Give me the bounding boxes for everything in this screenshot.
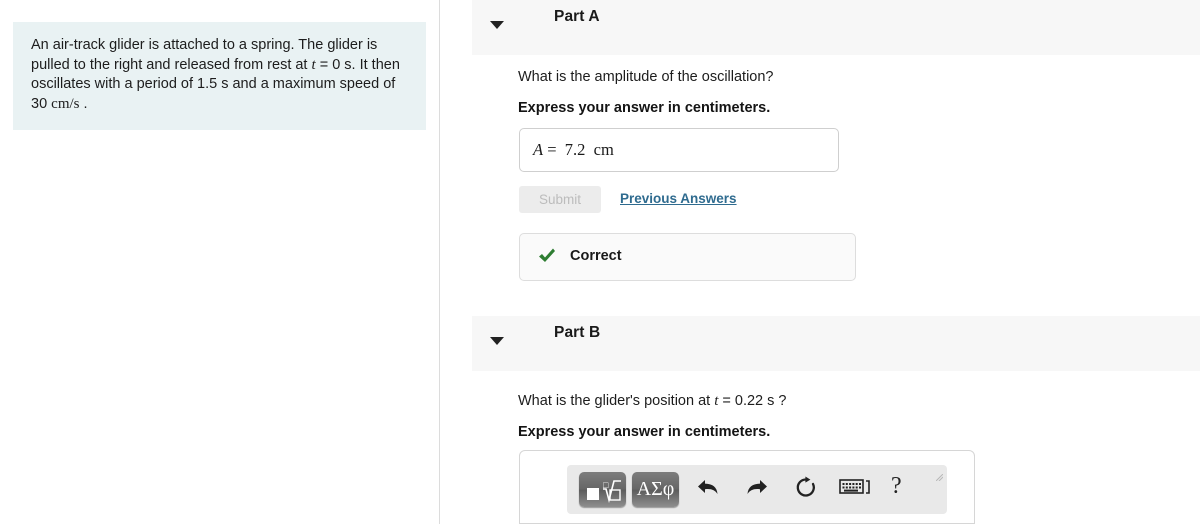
problem-statement-box: An air-track glider is attached to a spr… — [13, 22, 426, 131]
undo-icon[interactable] — [695, 474, 721, 500]
greek-symbols-button[interactable]: ΑΣφ — [632, 472, 679, 507]
problem-pane: An air-track glider is attached to a spr… — [0, 0, 440, 524]
keyboard-shortcuts-icon[interactable] — [839, 477, 873, 497]
math-template-icon[interactable]: □ — [579, 472, 626, 507]
answer-symbol-A: A — [533, 140, 544, 159]
part-b-instruction: Express your answer in centimeters. — [518, 424, 771, 440]
part-a-answer-value: A = 7.2 cm — [533, 140, 614, 160]
answer-units: cm — [593, 140, 614, 159]
greek-symbols-label: ΑΣφ — [636, 478, 675, 500]
part-b-question: What is the glider's position at t = 0.2… — [518, 393, 787, 410]
answer-equals: = — [547, 140, 557, 159]
part-a-answer-input[interactable]: A = 7.2 cm — [519, 128, 839, 172]
problem-statement-text: An air-track glider is attached to a spr… — [31, 36, 408, 114]
part-a-instruction: Express your answer in centimeters. — [518, 100, 771, 116]
part-a-question: What is the amplitude of the oscillation… — [518, 69, 774, 85]
part-b-header[interactable]: Part B — [472, 316, 1200, 371]
submit-button[interactable]: Submit — [519, 186, 601, 213]
part-b-title: Part B — [554, 324, 601, 341]
problem-text-segment-3: . — [79, 95, 88, 112]
part-a-title: Part A — [554, 8, 600, 25]
help-icon[interactable]: ? — [891, 473, 902, 500]
caret-down-icon[interactable] — [490, 337, 504, 345]
part-b-question-segment-1: What is the glider's position at — [518, 393, 715, 409]
units-cm-per-s: cm/s — [51, 95, 80, 112]
previous-answers-link[interactable]: Previous Answers — [620, 191, 737, 206]
part-b-answer-area[interactable]: □ ΑΣφ ? — [519, 450, 975, 524]
parts-pane: Part A What is the amplitude of the osci… — [441, 0, 1200, 524]
resize-handle[interactable] — [935, 468, 944, 482]
part-b-question-segment-2: = 0.22 s ? — [718, 393, 787, 409]
correct-label: Correct — [570, 248, 622, 264]
answer-number: 7.2 — [564, 140, 586, 159]
part-a-correct-banner: Correct — [519, 233, 856, 281]
part-a-header[interactable]: Part A — [472, 0, 1200, 55]
math-editor-toolbar: □ ΑΣφ ? — [567, 465, 947, 514]
check-icon — [537, 246, 557, 266]
redo-icon[interactable] — [744, 474, 770, 500]
reset-icon[interactable] — [793, 474, 819, 500]
caret-down-icon[interactable] — [490, 21, 504, 29]
